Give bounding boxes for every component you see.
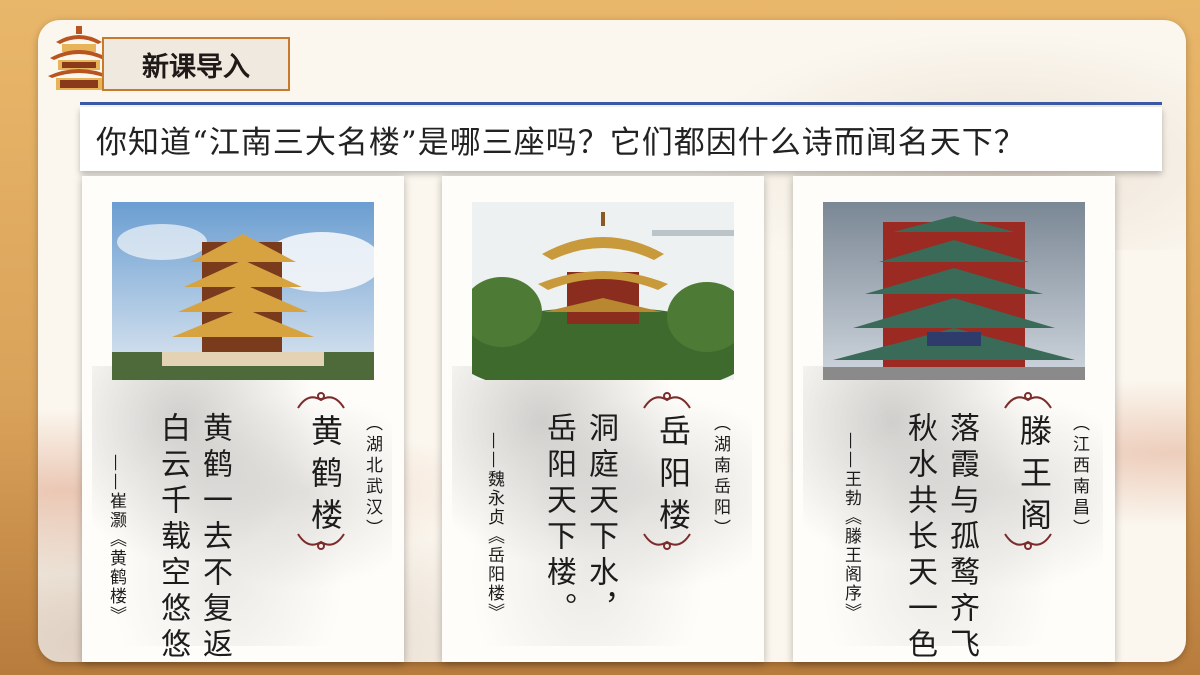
poem-line: 岳阳天下楼。 [541,412,576,628]
poem-source: ——魏永贞《岳阳楼》 [484,432,504,622]
tower-name: 岳阳楼 [654,414,692,540]
poem-source: ——王勃《滕王阁序》 [841,432,861,622]
poem-line: 秋水共长天一色。 [902,412,937,662]
cloud-ornament-icon [643,533,691,550]
poem-source: ——崔灏《黄鹤楼》 [106,454,126,625]
location-label: （湖北武汉） [362,414,382,540]
pavilion-icon [48,26,110,90]
title-rule [80,102,1162,105]
poem-line: 黄鹤一去不复返， [197,412,232,662]
location-label: （湖南岳阳） [710,414,730,540]
question-banner: 你知道“江南三大名楼”是哪三座吗？它们都因什么诗而闻名天下？ [80,107,1162,171]
card-huanghe-lou: （湖北武汉） 黄鹤楼 黄鹤一去不复返， 白云千载空悠悠 ——崔灏《黄鹤楼》 [82,176,404,662]
cloud-ornament-icon [1004,392,1052,409]
tengwang-pavilion-photo [823,202,1085,380]
poem-line: 洞庭天下水， [583,412,618,628]
tower-name: 滕王阁 [1015,414,1053,540]
yueyang-tower-photo [472,202,734,380]
section-title: 新课导入 [102,37,290,91]
poem-line: 白云千载空悠悠 [155,412,190,662]
cloud-ornament-icon [643,392,691,409]
card-tengwang-ge: （江西南昌） 滕王阁 落霞与孤鹜齐飞， 秋水共长天一色。 ——王勃《滕王阁序》 [793,176,1115,662]
cloud-ornament-icon [297,392,345,409]
poem-line: 落霞与孤鹜齐飞， [944,412,979,662]
tower-name: 黄鹤楼 [306,414,344,540]
card-yueyang-lou: （湖南岳阳） 岳阳楼 洞庭天下水， 岳阳天下楼。 ——魏永贞《岳阳楼》 [442,176,764,662]
cloud-ornament-icon [297,533,345,550]
location-label: （江西南昌） [1069,414,1089,540]
yellow-crane-tower-photo [112,202,374,380]
cloud-ornament-icon [1004,533,1052,550]
